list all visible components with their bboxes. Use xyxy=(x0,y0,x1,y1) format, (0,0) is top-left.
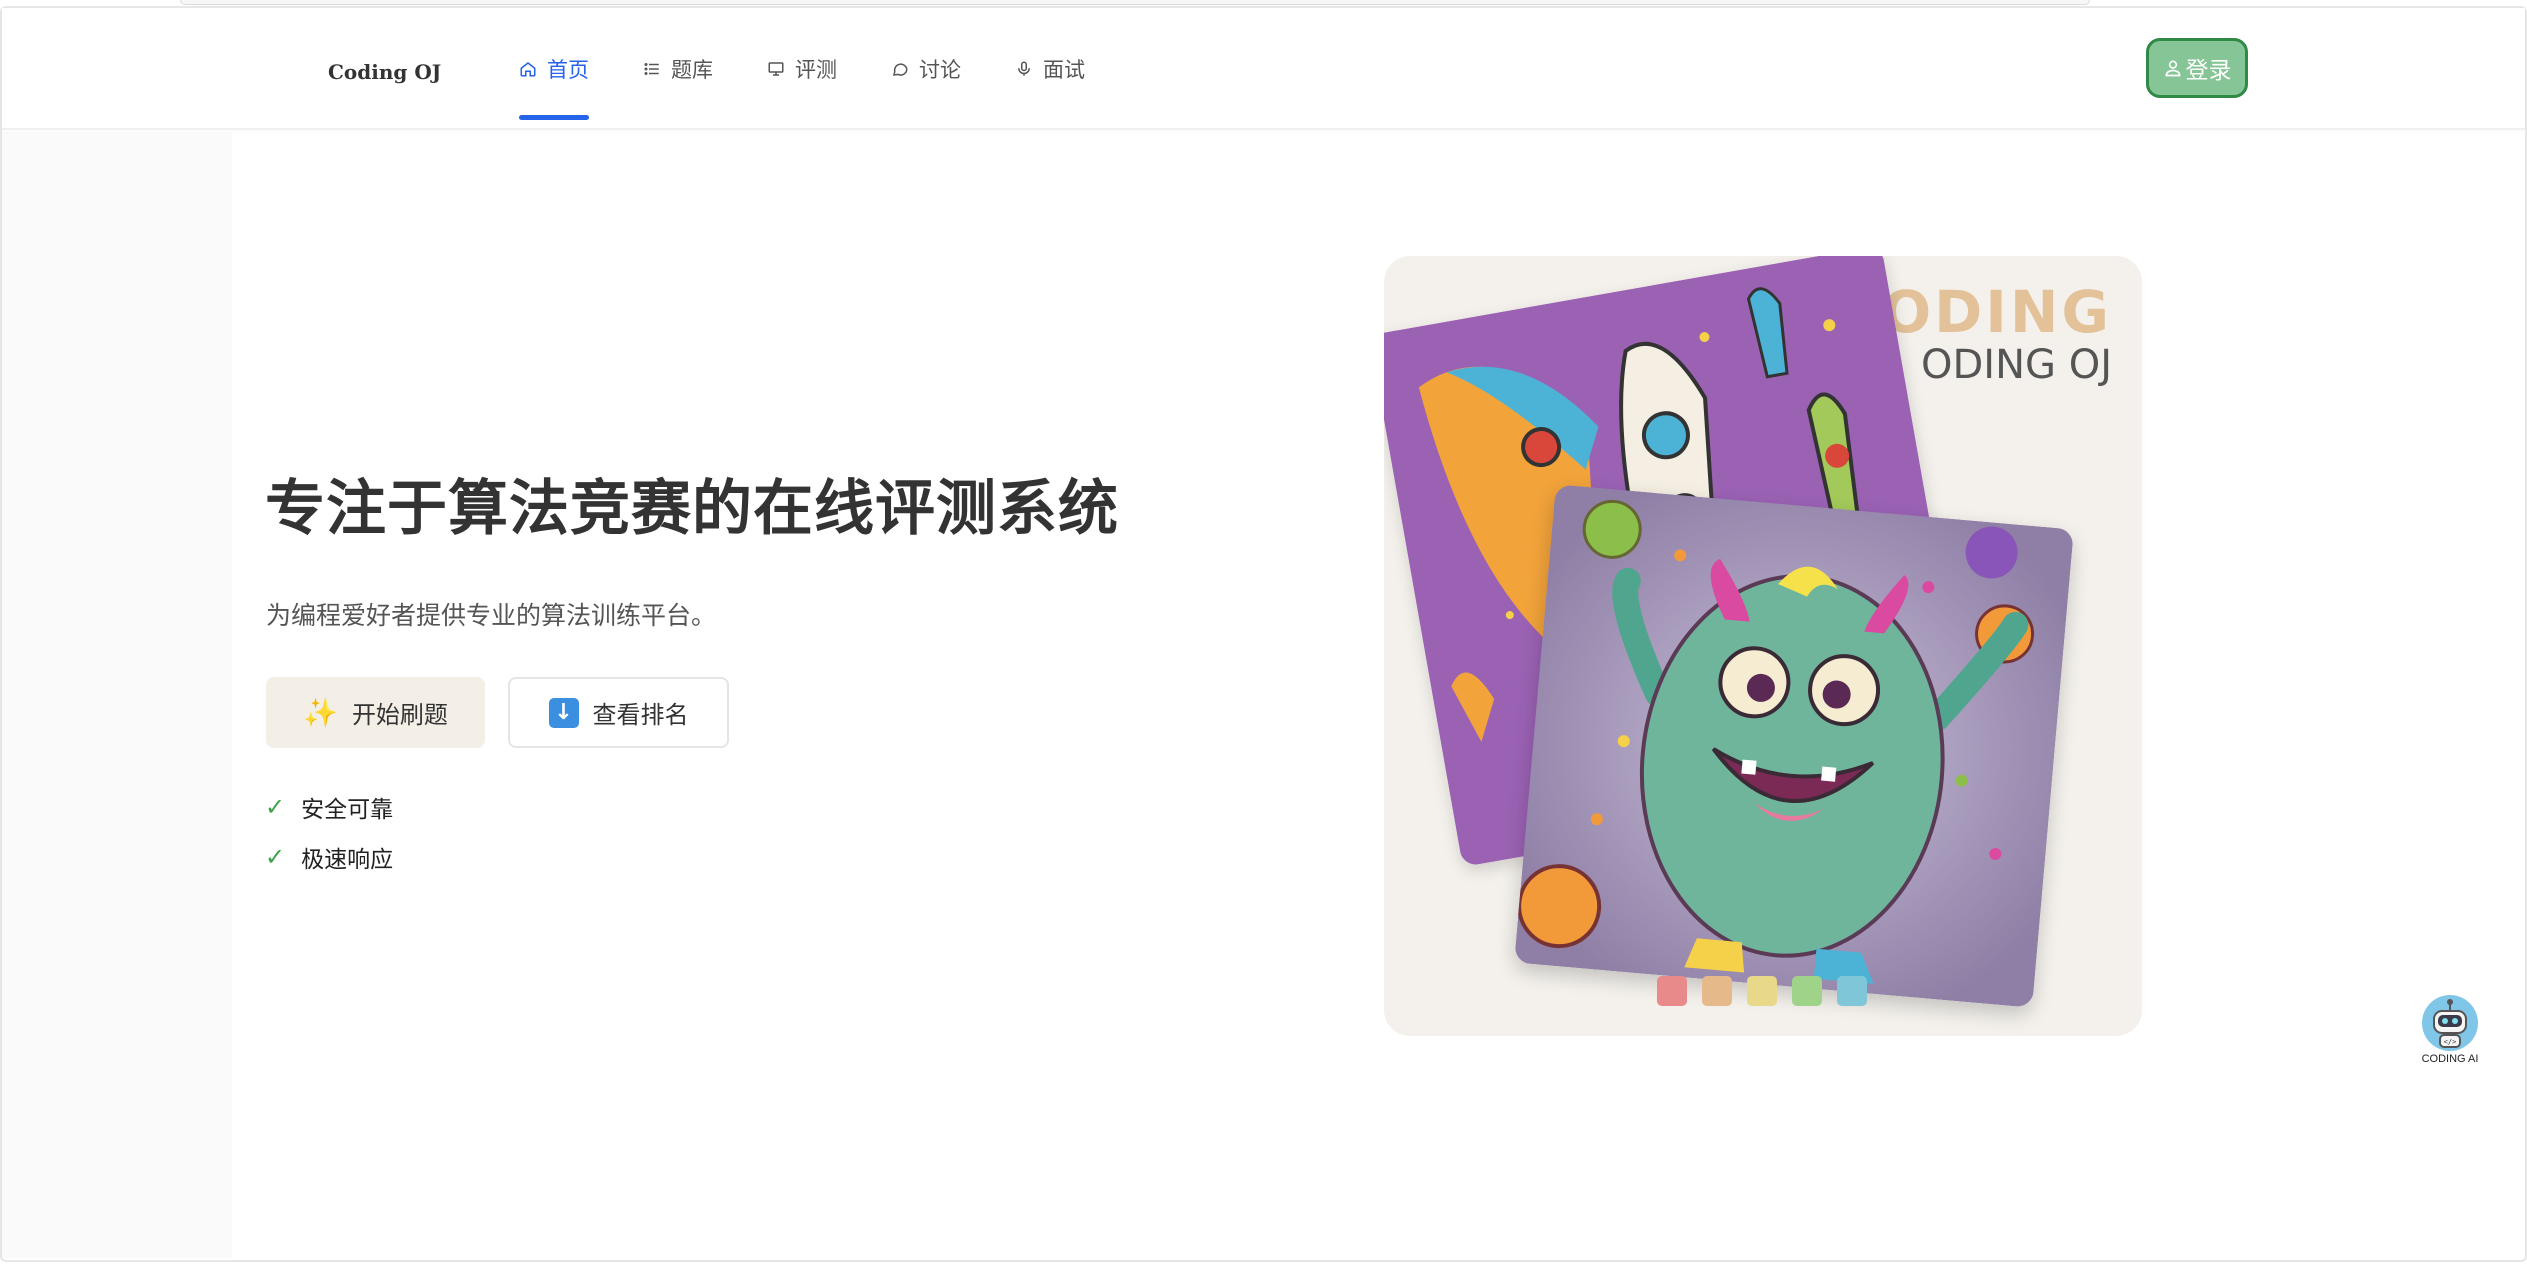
swatch xyxy=(1837,976,1867,1006)
swatch xyxy=(1702,976,1732,1006)
sparkles-icon: ✨ xyxy=(303,696,338,729)
feature-label: 极速响应 xyxy=(301,847,394,873)
view-ranking-label: 查看排名 xyxy=(592,701,689,729)
feature-item: ✓ 极速响应 xyxy=(265,840,393,874)
check-icon: ✓ xyxy=(265,843,286,871)
microphone-icon xyxy=(1018,61,1030,76)
login-button[interactable]: 登录 xyxy=(2146,38,2248,98)
top-navbar: Coding OJ 首页 题库 评测 讨论 面试 登录 xyxy=(2,8,2525,130)
login-label: 登录 xyxy=(2185,58,2232,84)
feature-item: ✓ 安全可靠 xyxy=(265,790,393,824)
svg-text:</>: </> xyxy=(2444,1038,2457,1046)
left-background-pane xyxy=(2,132,232,1258)
down-arrow-icon: ↓ xyxy=(548,697,579,728)
monitor-icon xyxy=(768,62,784,76)
ai-assistant-label: CODING AI xyxy=(2421,1053,2479,1065)
ai-assistant-widget[interactable]: </> CODING AI xyxy=(2412,993,2488,1065)
start-practice-label: 开始刷题 xyxy=(351,701,448,729)
main-nav: 首页 题库 评测 讨论 面试 xyxy=(519,8,1139,130)
color-swatches xyxy=(1657,976,1867,1006)
nav-item-interview[interactable]: 面试 xyxy=(1015,8,1085,130)
chat-icon xyxy=(893,63,908,76)
page-frame xyxy=(0,6,2527,1262)
nav-item-label: 题库 xyxy=(671,58,713,82)
monster-illustration xyxy=(1514,484,2074,1008)
brand-logo-text[interactable]: Coding OJ xyxy=(328,60,441,84)
start-practice-button[interactable]: ✨ 开始刷题 xyxy=(266,677,485,748)
nav-item-discuss[interactable]: 讨论 xyxy=(891,8,961,130)
swatch xyxy=(1792,976,1822,1006)
nav-item-label: 讨论 xyxy=(919,58,961,82)
showcase-brand-line-1: ODING xyxy=(1881,278,2112,346)
user-icon xyxy=(2164,60,2181,77)
showcase-brand-line-2: ODING OJ xyxy=(1921,342,2112,388)
feature-label: 安全可靠 xyxy=(301,797,394,823)
browser-top-strip xyxy=(180,0,2090,5)
swatch xyxy=(1657,976,1687,1006)
hero-subtitle: 为编程爱好者提供专业的算法训练平台。 xyxy=(266,601,717,630)
robot-icon: </> xyxy=(2422,995,2478,1051)
nav-item-judge[interactable]: 评测 xyxy=(767,8,837,130)
hero-title: 专注于算法竞赛的在线评测系统 xyxy=(265,474,1119,544)
nav-item-label: 面试 xyxy=(1043,58,1085,82)
nav-item-home[interactable]: 首页 xyxy=(519,8,589,130)
check-icon: ✓ xyxy=(265,793,286,821)
swatch xyxy=(1747,976,1777,1006)
nav-item-label: 首页 xyxy=(547,58,589,82)
nav-item-label: 评测 xyxy=(795,58,837,82)
list-icon xyxy=(644,63,659,75)
monster-illustration-card xyxy=(1514,484,2074,1008)
nav-item-problems[interactable]: 题库 xyxy=(643,8,713,130)
home-icon xyxy=(520,62,536,77)
hero-showcase: ODING ODING OJ xyxy=(1384,256,2142,1036)
view-ranking-button[interactable]: ↓ 查看排名 xyxy=(508,677,729,748)
